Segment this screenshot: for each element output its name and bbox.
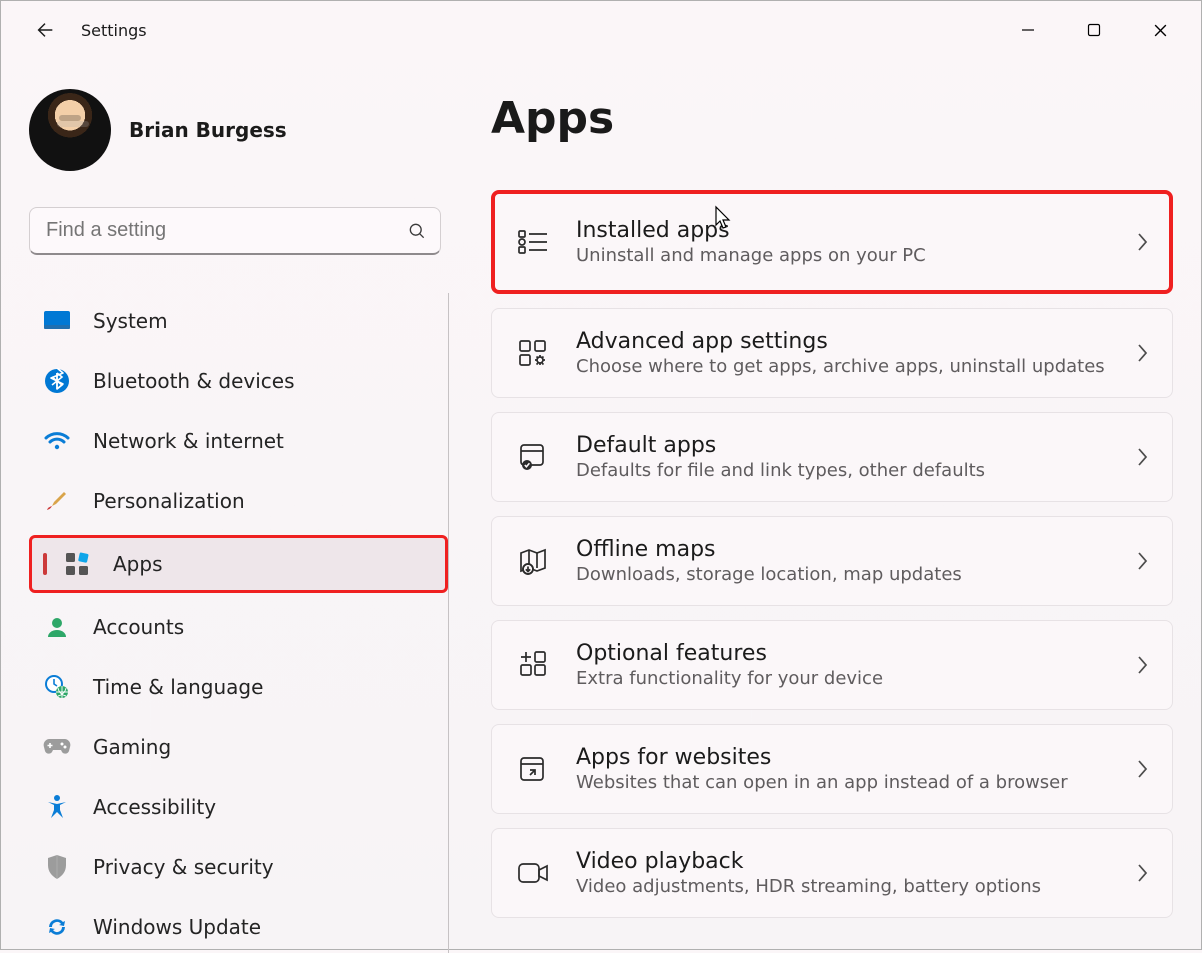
search-icon	[407, 221, 427, 241]
card-apps-for-websites[interactable]: Apps for websites Websites that can open…	[491, 724, 1173, 814]
sidebar-item-label: System	[93, 309, 168, 333]
sidebar-item-label: Network & internet	[93, 429, 284, 453]
card-desc: Choose where to get apps, archive apps, …	[576, 356, 1110, 377]
back-arrow-icon	[34, 19, 56, 41]
back-button[interactable]	[29, 14, 61, 46]
chevron-right-icon	[1136, 343, 1148, 363]
card-title: Video playback	[576, 849, 1110, 874]
close-icon	[1153, 23, 1168, 38]
card-title: Apps for websites	[576, 745, 1110, 770]
chevron-right-icon	[1136, 863, 1148, 883]
search-wrap	[29, 207, 441, 255]
window-controls	[1005, 14, 1191, 46]
sidebar-item-label: Accounts	[93, 615, 184, 639]
minimize-button[interactable]	[1005, 14, 1051, 46]
titlebar: Settings	[1, 1, 1201, 59]
sidebar-item-apps[interactable]: Apps	[29, 535, 448, 593]
gamepad-icon	[43, 733, 71, 761]
person-icon	[43, 613, 71, 641]
nav-list: System Bluetooth & devices Network & int…	[29, 293, 449, 953]
maximize-icon	[1087, 23, 1101, 37]
card-advanced-app-settings[interactable]: Advanced app settings Choose where to ge…	[491, 308, 1173, 398]
accessibility-icon	[43, 793, 71, 821]
default-apps-icon	[516, 440, 550, 474]
sidebar-item-personalization[interactable]: Personalization	[29, 475, 448, 527]
paintbrush-icon	[43, 487, 71, 515]
avatar	[29, 89, 111, 171]
profile-block[interactable]: Brian Burgess	[29, 89, 451, 171]
card-title: Offline maps	[576, 537, 1110, 562]
sidebar-item-label: Time & language	[93, 675, 263, 699]
sidebar: Brian Burgess System Bluetooth & devices…	[1, 59, 461, 949]
active-indicator	[43, 553, 47, 575]
system-icon	[43, 307, 71, 335]
main-content: Brian Burgess System Bluetooth & devices…	[1, 59, 1201, 949]
bluetooth-icon	[43, 367, 71, 395]
sidebar-item-time-language[interactable]: Time & language	[29, 661, 448, 713]
map-icon	[516, 544, 550, 578]
sidebar-item-windows-update[interactable]: Windows Update	[29, 901, 448, 953]
card-default-apps[interactable]: Default apps Defaults for file and link …	[491, 412, 1173, 502]
shield-icon	[43, 853, 71, 881]
card-desc: Extra functionality for your device	[576, 668, 1110, 689]
sidebar-item-accounts[interactable]: Accounts	[29, 601, 448, 653]
main-panel: Apps Installed apps Uninstall and manage…	[461, 59, 1201, 949]
sidebar-item-privacy[interactable]: Privacy & security	[29, 841, 448, 893]
card-installed-apps[interactable]: Installed apps Uninstall and manage apps…	[491, 190, 1173, 294]
card-desc: Uninstall and manage apps on your PC	[576, 245, 1110, 266]
search-input[interactable]	[29, 207, 441, 255]
page-title: Apps	[491, 93, 1173, 144]
sidebar-item-system[interactable]: System	[29, 295, 448, 347]
card-title: Default apps	[576, 433, 1110, 458]
video-icon	[516, 856, 550, 890]
sidebar-item-label: Windows Update	[93, 915, 261, 939]
card-title: Installed apps	[576, 218, 1110, 243]
sidebar-item-label: Apps	[113, 552, 163, 576]
update-icon	[43, 913, 71, 941]
advanced-settings-icon	[516, 336, 550, 370]
app-title: Settings	[81, 21, 147, 40]
chevron-right-icon	[1136, 655, 1148, 675]
minimize-icon	[1021, 23, 1035, 37]
maximize-button[interactable]	[1071, 14, 1117, 46]
card-desc: Video adjustments, HDR streaming, batter…	[576, 876, 1110, 897]
sidebar-item-bluetooth[interactable]: Bluetooth & devices	[29, 355, 448, 407]
sidebar-item-network[interactable]: Network & internet	[29, 415, 448, 467]
sidebar-item-label: Personalization	[93, 489, 245, 513]
card-title: Advanced app settings	[576, 329, 1110, 354]
chevron-right-icon	[1136, 232, 1148, 252]
card-desc: Downloads, storage location, map updates	[576, 564, 1110, 585]
apps-websites-icon	[516, 752, 550, 786]
card-offline-maps[interactable]: Offline maps Downloads, storage location…	[491, 516, 1173, 606]
wifi-icon	[43, 427, 71, 455]
username: Brian Burgess	[129, 118, 287, 142]
sidebar-item-label: Bluetooth & devices	[93, 369, 295, 393]
card-desc: Defaults for file and link types, other …	[576, 460, 1110, 481]
chevron-right-icon	[1136, 447, 1148, 467]
sidebar-item-label: Privacy & security	[93, 855, 274, 879]
close-button[interactable]	[1137, 14, 1183, 46]
sidebar-item-label: Accessibility	[93, 795, 216, 819]
card-title: Optional features	[576, 641, 1110, 666]
optional-features-icon	[516, 648, 550, 682]
sidebar-item-label: Gaming	[93, 735, 171, 759]
clock-globe-icon	[43, 673, 71, 701]
chevron-right-icon	[1136, 551, 1148, 571]
card-optional-features[interactable]: Optional features Extra functionality fo…	[491, 620, 1173, 710]
installed-apps-icon	[516, 225, 550, 259]
sidebar-item-gaming[interactable]: Gaming	[29, 721, 448, 773]
chevron-right-icon	[1136, 759, 1148, 779]
apps-icon	[63, 550, 91, 578]
sidebar-item-accessibility[interactable]: Accessibility	[29, 781, 448, 833]
card-desc: Websites that can open in an app instead…	[576, 772, 1110, 793]
card-video-playback[interactable]: Video playback Video adjustments, HDR st…	[491, 828, 1173, 918]
